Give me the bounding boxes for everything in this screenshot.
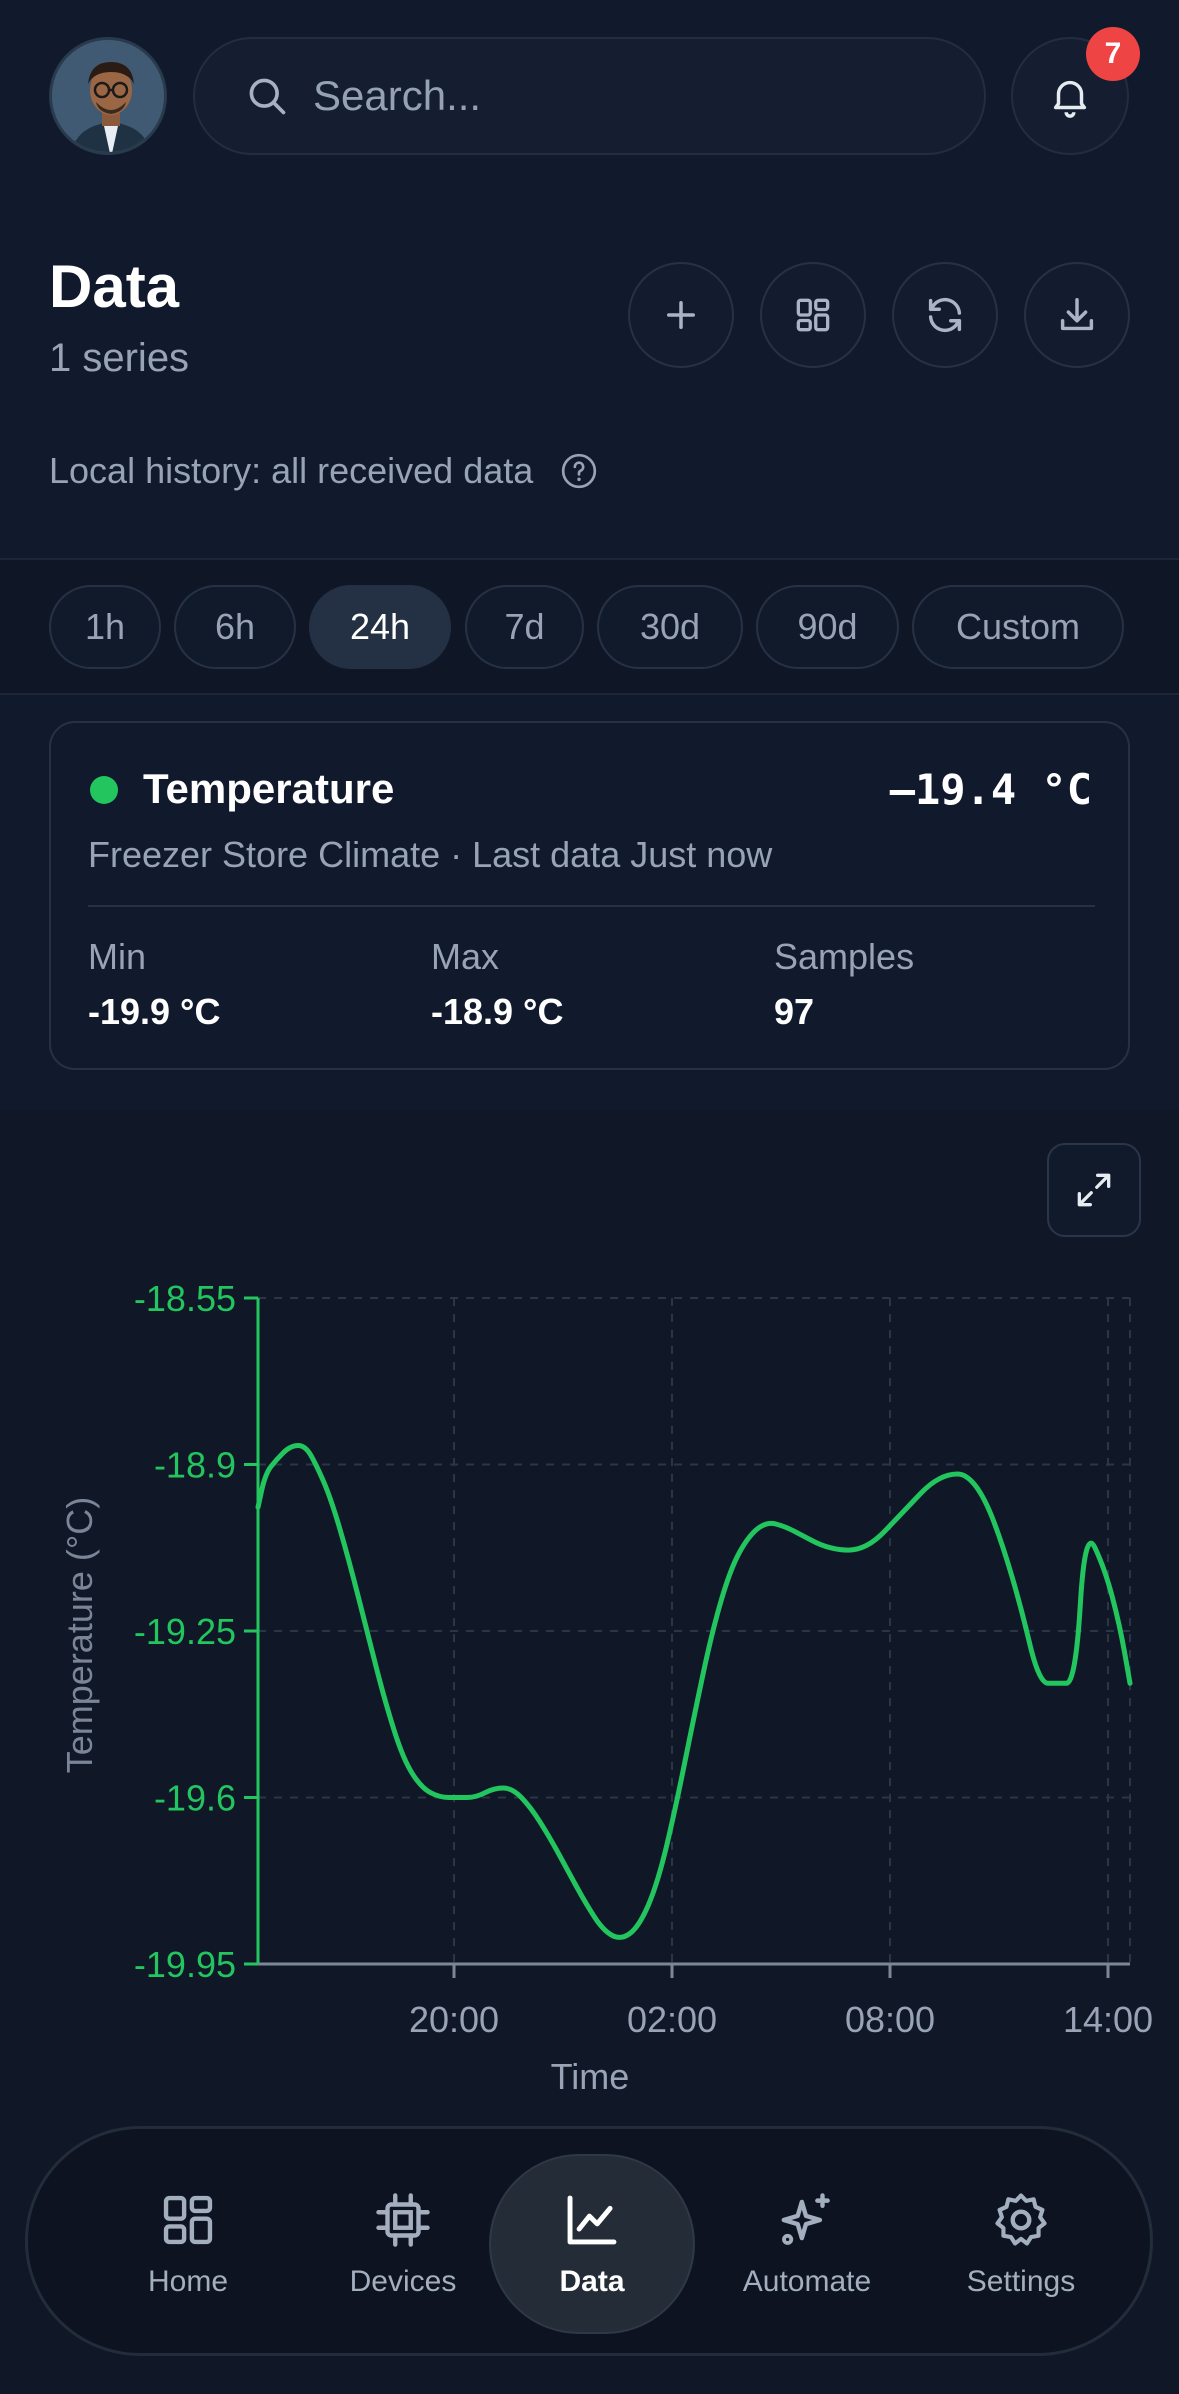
plus-icon	[667, 301, 695, 329]
nav-item-settings[interactable]: Settings	[921, 2154, 1121, 2334]
stat-min-value: -19.9 °C	[88, 991, 221, 1032]
x-axis-ticks: 20:00 02:00 08:00 14:00	[409, 1964, 1153, 2040]
search-placeholder: Search...	[313, 72, 482, 119]
series-card[interactable]: Temperature –19.4 °C Freezer Store Clima…	[49, 721, 1130, 1070]
series-color-dot	[90, 776, 118, 804]
x-tick-label: 02:00	[627, 1999, 717, 2040]
sparkles-icon	[781, 2193, 830, 2245]
gear-icon	[995, 2193, 1047, 2246]
download-icon	[1060, 297, 1094, 331]
x-tick-label: 20:00	[409, 1999, 499, 2040]
range-pill-24h[interactable]: 24h	[309, 585, 451, 669]
nav-label-settings: Settings	[966, 2265, 1076, 2298]
bell-icon	[1053, 80, 1087, 118]
nav-label-home: Home	[147, 2265, 229, 2298]
series-current-value: –19.4 °C	[889, 765, 1092, 814]
nav-item-home[interactable]: Home	[88, 2154, 288, 2334]
search-bar[interactable]: Search...	[193, 37, 986, 155]
page-subtitle: 1 series	[49, 336, 190, 380]
history-text: Local history: all received data	[49, 450, 534, 491]
x-axis-label: Time	[551, 2056, 630, 2097]
grid-icon	[796, 298, 830, 332]
line-chart-icon	[567, 2195, 617, 2245]
nav-item-data[interactable]: Data	[489, 2154, 695, 2334]
range-pill-90d[interactable]: 90d	[756, 585, 899, 669]
divider	[88, 905, 1095, 907]
series-name: Temperature	[143, 765, 395, 812]
stat-min-label: Min	[88, 936, 147, 977]
history-note: Local history: all received data	[49, 450, 599, 492]
temperature-chart[interactable]: -18.55 -18.9 -19.25 -19.6 -19.95 20:00 02:00 0…	[0, 1110, 1179, 2120]
notification-badge: 7	[1086, 27, 1140, 81]
chip-icon	[376, 2193, 430, 2247]
nav-label-automate: Automate	[742, 2265, 872, 2298]
nav-item-automate[interactable]: Automate	[707, 2154, 907, 2334]
y-axis-label: Temperature (°C)	[59, 1497, 100, 1773]
search-icon	[249, 78, 286, 115]
x-tick-label: 08:00	[845, 1999, 935, 2040]
chart-grid	[258, 1297, 1131, 1965]
page-title: Data	[49, 253, 180, 320]
stat-samples-label: Samples	[774, 936, 915, 977]
nav-label-data: Data	[559, 2265, 625, 2298]
refresh-button[interactable]	[892, 262, 998, 368]
range-pill-1h[interactable]: 1h	[49, 585, 161, 669]
add-series-button[interactable]	[628, 262, 734, 368]
layout-button[interactable]	[760, 262, 866, 368]
series-meta: Freezer Store Climate · Last data Just n…	[88, 834, 773, 875]
y-axis-ticks: -18.55 -18.9 -19.25 -19.6 -19.95	[134, 1278, 258, 1985]
nav-label-devices: Devices	[349, 2265, 457, 2298]
stat-samples-value: 97	[774, 991, 815, 1032]
range-pill-30d[interactable]: 30d	[597, 585, 743, 669]
bottom-nav: Home Devices Data Automate Settings	[25, 2126, 1153, 2356]
range-pill-custom[interactable]: Custom	[912, 585, 1124, 669]
y-tick-label: -18.9	[154, 1445, 236, 1486]
nav-item-devices[interactable]: Devices	[303, 2154, 503, 2334]
avatar[interactable]	[49, 37, 167, 155]
range-pill-6h[interactable]: 6h	[174, 585, 296, 669]
home-grid-icon	[163, 2195, 213, 2245]
stat-max-value: -18.9 °C	[431, 991, 564, 1032]
y-tick-label: -19.95	[134, 1944, 236, 1985]
refresh-icon	[928, 297, 962, 333]
y-tick-label: -18.55	[134, 1278, 236, 1319]
stat-max-label: Max	[431, 936, 500, 977]
help-icon[interactable]	[559, 451, 599, 491]
download-button[interactable]	[1024, 262, 1130, 368]
x-tick-label: 14:00	[1063, 1999, 1153, 2040]
range-pill-7d[interactable]: 7d	[465, 585, 584, 669]
y-tick-label: -19.25	[134, 1611, 236, 1652]
temperature-series-line	[255, 1443, 1133, 1940]
y-tick-label: -19.6	[154, 1778, 236, 1819]
